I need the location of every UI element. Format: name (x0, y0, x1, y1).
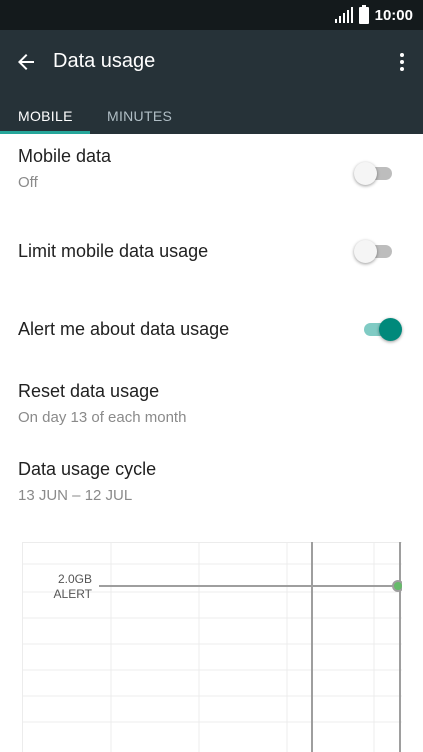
setting-label: Alert me about data usage (18, 319, 230, 339)
more-options-icon[interactable] (397, 50, 407, 74)
status-bar: 10:00 (0, 0, 423, 30)
alert-data-usage-toggle[interactable] (362, 317, 402, 341)
signal-icon (334, 7, 353, 23)
setting-reset-data-usage[interactable]: Reset data usage On day 13 of each month (18, 381, 408, 426)
back-arrow-icon[interactable] (14, 50, 38, 74)
setting-label: Data usage cycle (18, 459, 157, 479)
battery-icon (358, 4, 369, 24)
setting-mobile-data[interactable]: Mobile data Off (18, 146, 408, 191)
limit-mobile-data-toggle[interactable] (354, 239, 394, 263)
status-time: 10:00 (374, 6, 413, 24)
mobile-data-toggle[interactable] (354, 161, 394, 185)
tab-mobile[interactable]: MOBILE (18, 108, 73, 124)
setting-label: Limit mobile data usage (18, 241, 209, 261)
setting-limit-mobile-data[interactable]: Limit mobile data usage (18, 241, 408, 262)
alert-value: 2.0GB (57, 572, 92, 586)
setting-summary: On day 13 of each month (18, 409, 187, 426)
setting-alert-data-usage[interactable]: Alert me about data usage (18, 319, 408, 340)
setting-label: Mobile data (18, 146, 112, 166)
alert-line-handle[interactable] (392, 580, 402, 592)
setting-summary: 13 JUN – 12 JUL (18, 487, 133, 504)
app-bar: Data usage MOBILE MINUTES (0, 30, 423, 134)
page-title: Data usage (53, 50, 156, 72)
tab-bar: MOBILE MINUTES (0, 102, 423, 134)
setting-label: Reset data usage (18, 381, 160, 401)
tab-minutes[interactable]: MINUTES (107, 108, 172, 124)
setting-data-usage-cycle[interactable]: Data usage cycle 13 JUN – 12 JUL (18, 459, 408, 504)
alert-text: ALERT (53, 587, 92, 601)
setting-summary: Off (18, 174, 38, 191)
tab-indicator (0, 131, 90, 134)
alert-threshold-label: 2.0GB ALERT (22, 572, 92, 602)
